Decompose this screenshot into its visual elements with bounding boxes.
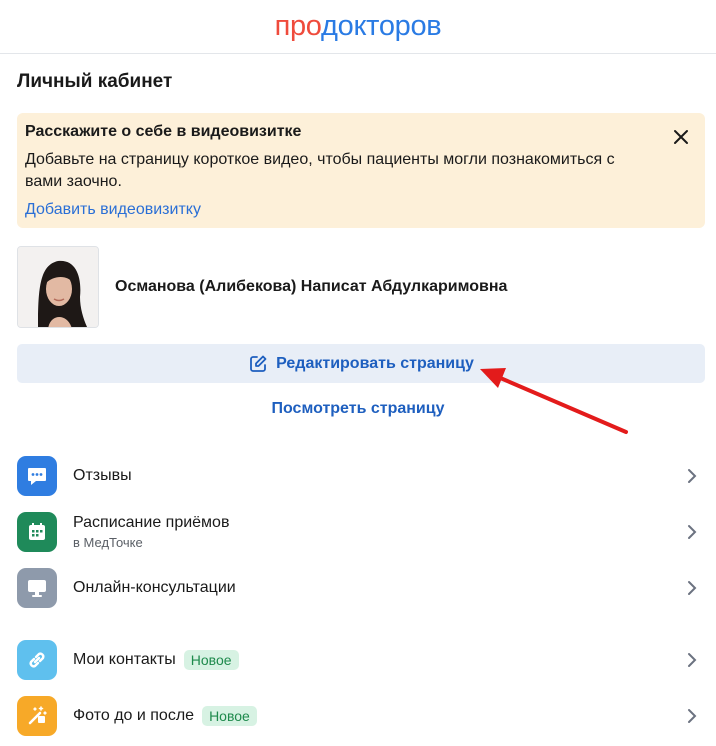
logo[interactable]: продокторов	[275, 10, 442, 43]
banner-text: Добавьте на страницу короткое видео, что…	[25, 151, 615, 190]
doctor-name[interactable]: Османова (Алибекова) Написат Абдулкаримо…	[115, 278, 507, 296]
video-card-banner: Расскажите о себе в видеовизитке Добавьт…	[17, 113, 705, 228]
menu-item-contacts[interactable]: Мои контакты Новое	[17, 640, 705, 680]
menu-item-reviews[interactable]: Отзывы	[17, 456, 705, 496]
new-badge: Новое	[183, 650, 239, 670]
chevron-right-icon	[688, 709, 697, 723]
banner-title: Расскажите о себе в видеовизитке	[25, 123, 302, 140]
edit-icon	[250, 355, 267, 372]
menu-label-online-consultations: Онлайн-консультации	[73, 579, 236, 596]
menu-item-schedule[interactable]: Расписание приёмов в МедТочке	[17, 512, 705, 552]
monitor-icon	[17, 568, 57, 608]
page-title: Личный кабинет	[17, 71, 173, 92]
logo-part-doctors: докторов	[321, 10, 442, 42]
add-video-card-link[interactable]: Добавить видеовизитку	[25, 201, 201, 219]
chevron-right-icon	[688, 653, 697, 667]
menu-label-reviews: Отзывы	[73, 467, 132, 484]
calendar-icon	[17, 512, 57, 552]
menu-item-online-consultations[interactable]: Онлайн-консультации	[17, 568, 705, 608]
header: продокторов	[0, 0, 716, 54]
logo-part-pro: про	[274, 10, 322, 42]
edit-page-button[interactable]: Редактировать страницу	[17, 344, 705, 383]
menu-label-schedule: Расписание приёмов	[73, 514, 230, 531]
doctor-profile: Османова (Алибекова) Написат Абдулкаримо…	[17, 246, 507, 328]
doctor-photo	[17, 246, 99, 328]
edit-page-label: Редактировать страницу	[276, 354, 474, 372]
chat-icon	[17, 456, 57, 496]
menu-sublabel-schedule: в МедТочке	[73, 535, 143, 550]
chevron-right-icon	[688, 469, 697, 483]
menu-item-before-after-photos[interactable]: Фото до и после Новое	[17, 696, 705, 736]
link-icon	[17, 640, 57, 680]
menu-label-before-after-text: Фото до и после	[73, 707, 195, 724]
chevron-right-icon	[688, 525, 697, 539]
new-badge: Новое	[202, 706, 257, 726]
chevron-right-icon	[688, 581, 697, 595]
view-page-link[interactable]: Посмотреть страницу	[0, 400, 716, 418]
menu-label-before-after: Фото до и после Новое	[73, 706, 257, 726]
magic-wand-icon	[17, 696, 57, 736]
menu-label-contacts-text: Мои контакты	[73, 651, 176, 668]
menu-label-contacts: Мои контакты Новое	[73, 650, 239, 670]
close-icon[interactable]	[671, 127, 691, 147]
